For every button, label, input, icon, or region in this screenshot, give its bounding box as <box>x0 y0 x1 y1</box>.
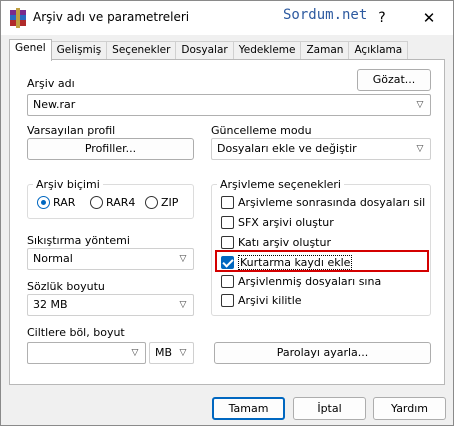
tab-secenekler[interactable]: Seçenekler <box>107 41 177 60</box>
general-panel: Arşiv adı Gözat... New.rar ▽ Varsayılan … <box>9 59 445 385</box>
format-rar4-label: RAR4 <box>106 196 136 209</box>
format-zip-label: ZIP <box>161 196 179 209</box>
footer-bar: Tamam İptal Yardım <box>1 387 453 425</box>
winrar-app-icon <box>10 8 26 28</box>
dictionary-value: 32 MB <box>33 298 68 311</box>
archive-name-label: Arşiv adı <box>27 77 75 90</box>
help-icon[interactable]: ? <box>371 7 393 29</box>
option-recovery-record[interactable]: Kurtarma kaydı ekle <box>221 255 353 270</box>
radio-unselected-icon <box>90 196 103 209</box>
format-zip-radio[interactable]: ZIP <box>145 196 178 209</box>
split-label: Ciltlere böl, boyut <box>27 326 125 339</box>
tab-genel[interactable]: Genel <box>9 39 52 61</box>
window-title: Arşiv adı ve parametreleri <box>33 10 190 24</box>
option-delete-after[interactable]: Arşivleme sonrasında dosyaları sil <box>221 196 425 209</box>
split-unit-select[interactable]: MB ▽ <box>149 342 194 364</box>
format-rar4-radio[interactable]: RAR4 <box>90 196 135 209</box>
archiving-options-label: Arşivleme seçenekleri <box>217 178 344 191</box>
set-password-button[interactable]: Parolayı ayarla... <box>214 342 431 364</box>
checkbox-unchecked-icon <box>221 294 234 307</box>
tab-bar: Genel Gelişmiş Seçenekler Dosyalar Yedek… <box>9 39 409 61</box>
compression-value: Normal <box>33 252 73 265</box>
radio-selected-icon <box>37 196 50 209</box>
dictionary-label: Sözlük boyutu <box>27 280 105 293</box>
tab-gelismis[interactable]: Gelişmiş <box>51 41 108 60</box>
close-icon[interactable]: ✕ <box>418 7 440 29</box>
ok-button[interactable]: Tamam <box>212 397 285 420</box>
split-size-combo[interactable]: ▽ <box>27 342 146 364</box>
option-solid-label: Katı arşiv oluştur <box>238 236 331 249</box>
dictionary-select[interactable]: 32 MB ▽ <box>27 294 194 316</box>
option-recovery-record-label: Kurtarma kaydı ekle <box>238 255 353 270</box>
tab-zaman[interactable]: Zaman <box>301 41 350 60</box>
browse-button[interactable]: Gözat... <box>357 69 431 91</box>
archive-format-label: Arşiv biçimi <box>33 178 103 191</box>
checkbox-unchecked-icon <box>221 236 234 249</box>
watermark-text: Sordum.net <box>283 7 368 23</box>
compression-label: Sıkıştırma yöntemi <box>27 234 130 247</box>
update-mode-select[interactable]: Dosyaları ekle ve değiştir ▽ <box>211 138 431 160</box>
chevron-down-icon: ▽ <box>416 144 424 154</box>
cancel-button[interactable]: İptal <box>293 397 366 420</box>
option-sfx-label: SFX arşivi oluştur <box>238 216 334 229</box>
compression-select[interactable]: Normal ▽ <box>27 248 194 270</box>
profile-label: Varsayılan profil <box>27 124 116 137</box>
option-lock-archive-label: Arşivi kilitle <box>238 294 302 307</box>
chevron-down-icon: ▽ <box>416 100 424 110</box>
profiles-button[interactable]: Profiller... <box>27 138 194 160</box>
option-test-files-label: Arşivlenmiş dosyaları sına <box>238 275 382 288</box>
tab-yedekleme[interactable]: Yedekleme <box>233 41 302 60</box>
chevron-down-icon: ▽ <box>179 300 187 310</box>
format-rar-radio[interactable]: RAR <box>37 196 75 209</box>
archive-name-combo[interactable]: New.rar ▽ <box>27 94 431 116</box>
option-lock-archive[interactable]: Arşivi kilitle <box>221 294 302 307</box>
checkbox-unchecked-icon <box>221 216 234 229</box>
checkbox-unchecked-icon <box>221 196 234 209</box>
radio-unselected-icon <box>145 196 158 209</box>
chevron-down-icon: ▽ <box>131 348 139 358</box>
dialog-window: Arşiv adı ve parametreleri Sordum.net ? … <box>0 0 454 426</box>
archive-name-value: New.rar <box>33 98 76 111</box>
split-unit-value: MB <box>155 346 173 359</box>
option-test-files[interactable]: Arşivlenmiş dosyaları sına <box>221 275 381 288</box>
tab-aciklama[interactable]: Açıklama <box>349 41 409 60</box>
chevron-down-icon: ▽ <box>179 254 187 264</box>
chevron-down-icon: ▽ <box>179 348 187 358</box>
update-mode-value: Dosyaları ekle ve değiştir <box>217 142 357 155</box>
tab-dosyalar[interactable]: Dosyalar <box>176 41 234 60</box>
option-delete-after-label: Arşivleme sonrasında dosyaları sil <box>238 196 426 209</box>
checkbox-unchecked-icon <box>221 275 234 288</box>
option-solid[interactable]: Katı arşiv oluştur <box>221 236 331 249</box>
title-bar: Arşiv adı ve parametreleri Sordum.net ? … <box>1 1 453 35</box>
option-sfx[interactable]: SFX arşivi oluştur <box>221 216 334 229</box>
format-rar-label: RAR <box>53 196 76 209</box>
help-button[interactable]: Yardım <box>373 397 446 420</box>
update-mode-label: Güncelleme modu <box>211 124 312 137</box>
checkbox-checked-icon <box>221 256 234 269</box>
